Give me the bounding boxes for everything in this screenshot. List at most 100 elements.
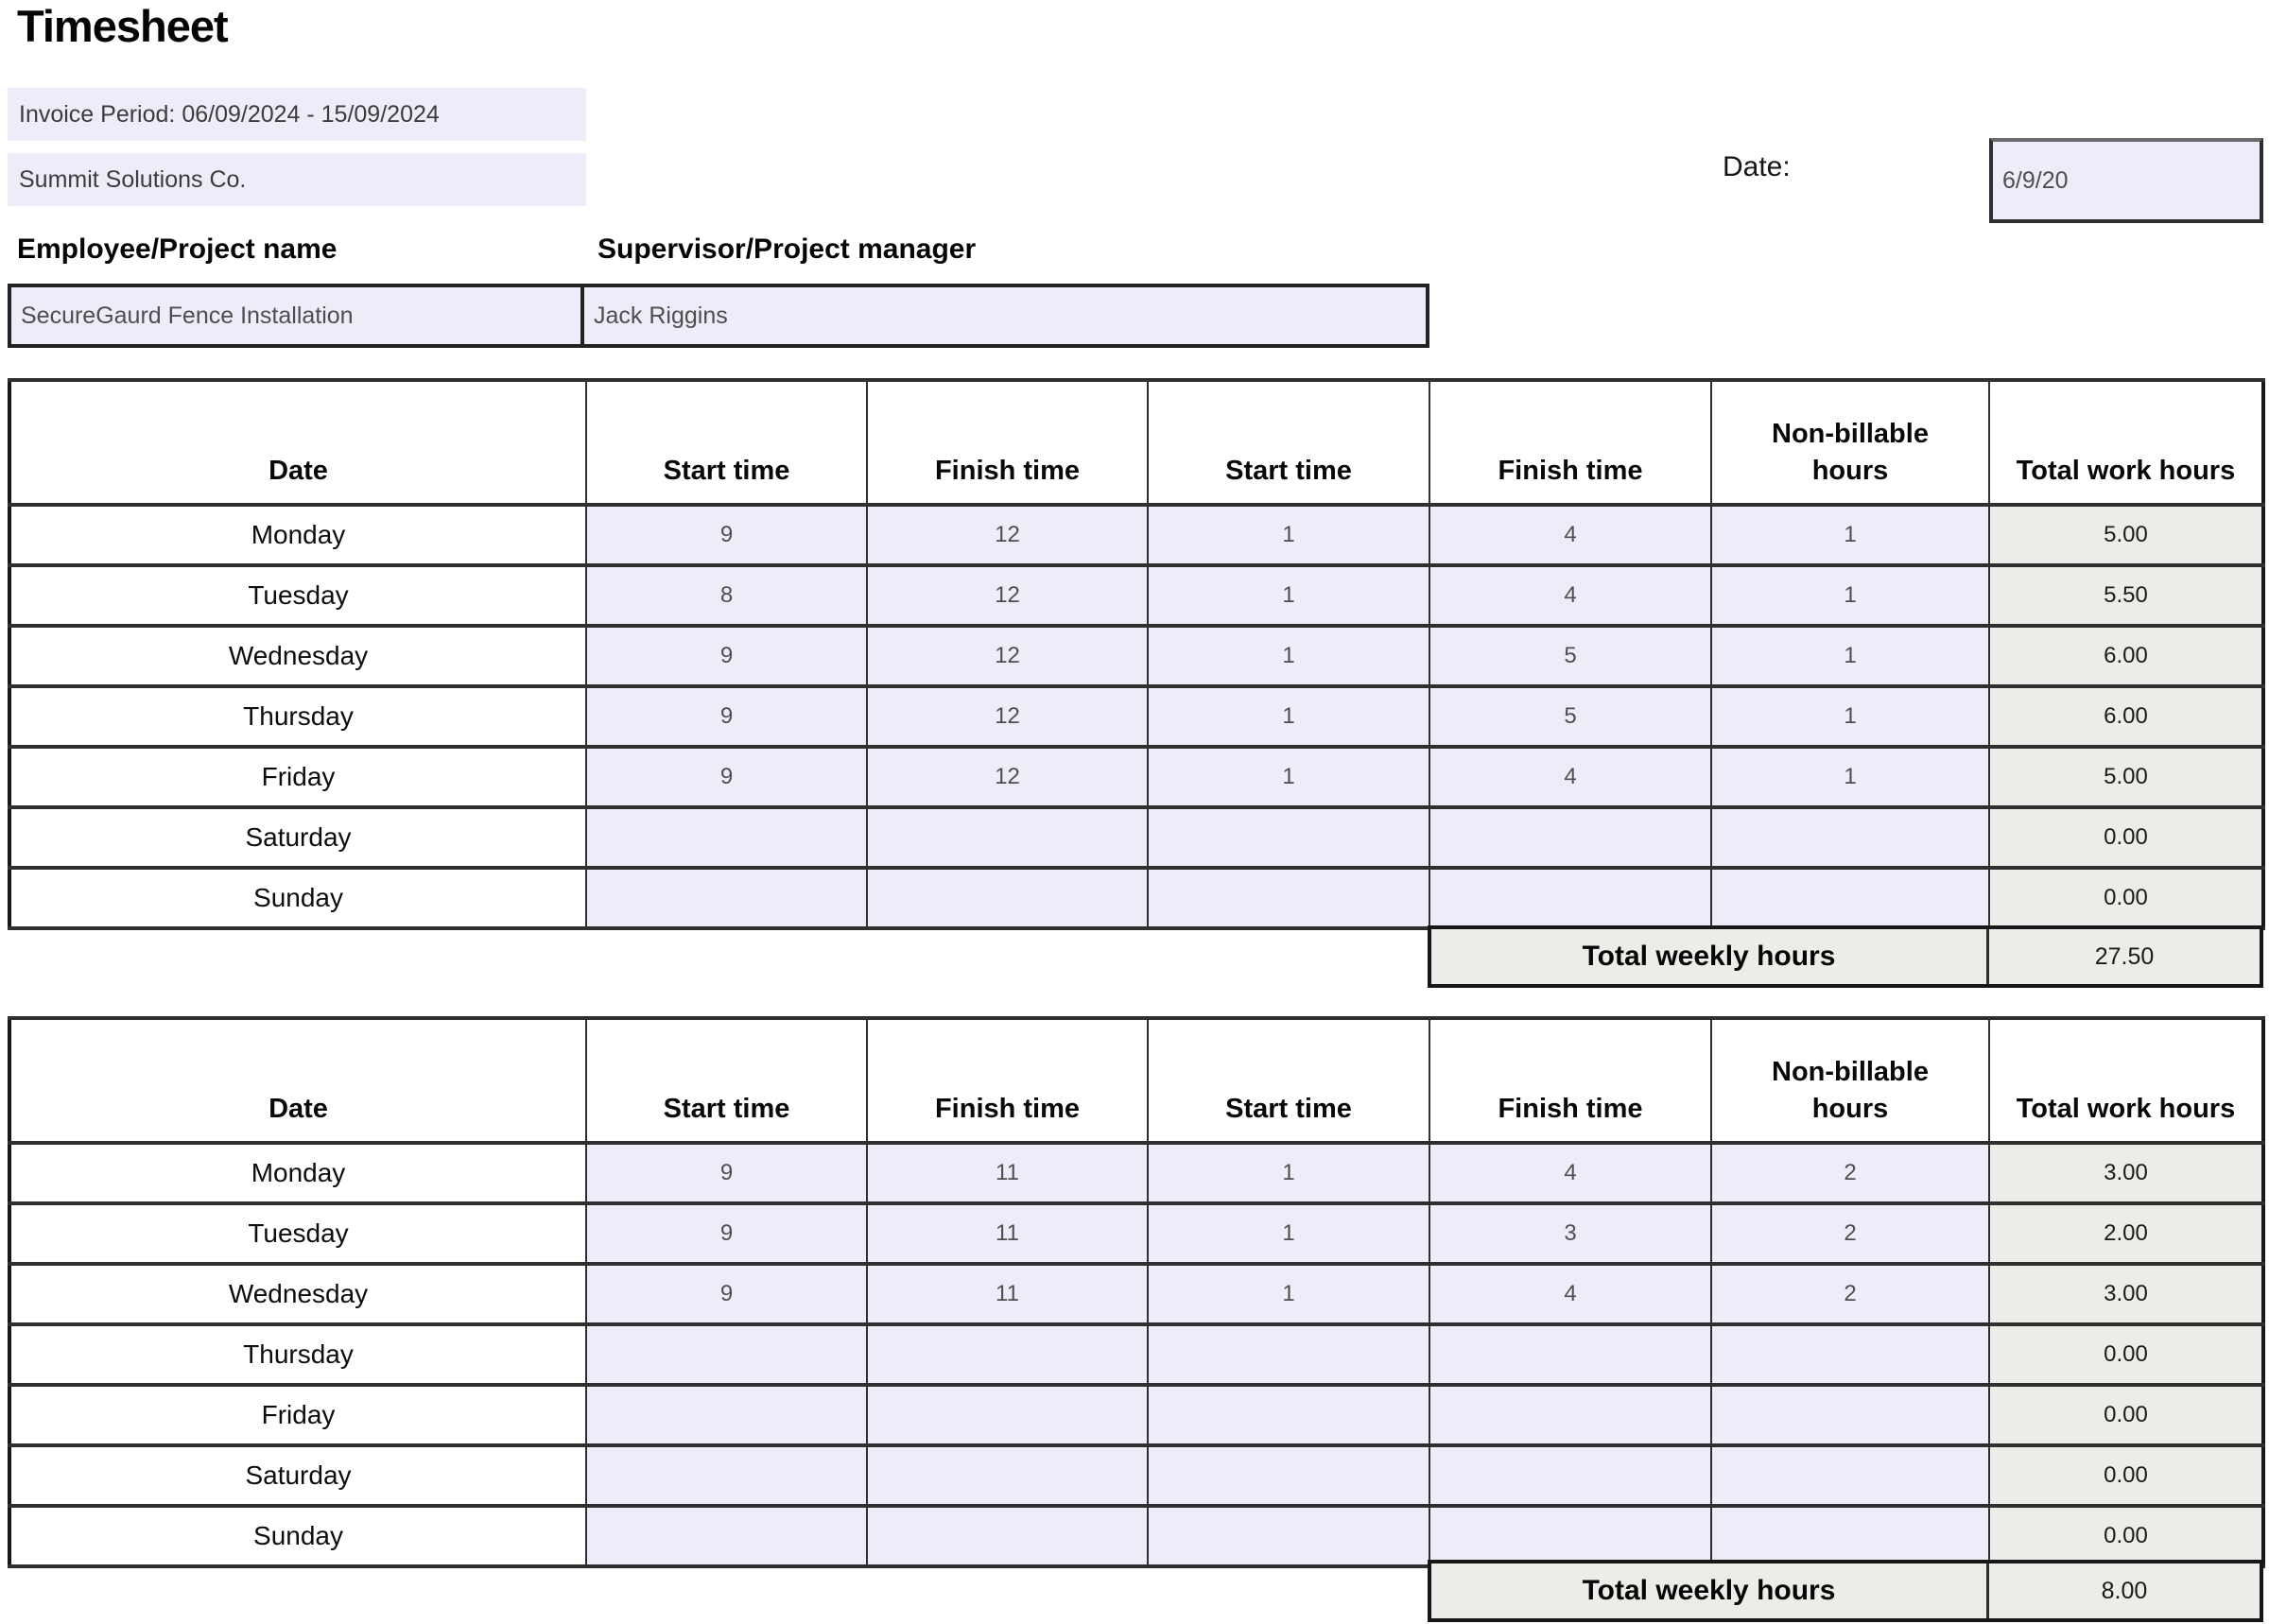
finish-time-1-cell[interactable] <box>867 1506 1148 1566</box>
start-time-1-cell[interactable] <box>586 807 867 868</box>
non-billable-hours-cell[interactable]: 1 <box>1711 626 1989 686</box>
start-time-2-cell[interactable]: 1 <box>1148 747 1429 807</box>
date-input[interactable] <box>1989 138 2263 223</box>
finish-time-1-cell[interactable] <box>867 868 1148 928</box>
finish-time-1-cell[interactable]: 11 <box>867 1143 1148 1203</box>
table-row-tuesday: Tuesday 8 12 1 4 1 5.50 <box>9 565 2263 626</box>
table-row-thursday: Thursday 0.00 <box>9 1324 2263 1385</box>
non-billable-hours-cell[interactable] <box>1711 1385 1989 1445</box>
col-header-non-billable-hours: Non-billable hours <box>1711 1018 1989 1143</box>
finish-time-2-cell[interactable] <box>1429 868 1711 928</box>
start-time-1-cell[interactable] <box>586 1445 867 1506</box>
day-cell: Wednesday <box>9 626 586 686</box>
start-time-1-cell[interactable]: 9 <box>586 747 867 807</box>
total-work-hours-cell: 3.00 <box>1989 1143 2263 1203</box>
col-header-total-work-hours: Total work hours <box>1989 380 2263 505</box>
start-time-2-cell[interactable] <box>1148 1385 1429 1445</box>
start-time-1-cell[interactable]: 9 <box>586 626 867 686</box>
total-weekly-hours-label: Total weekly hours <box>1431 929 1989 984</box>
non-billable-hours-cell[interactable]: 2 <box>1711 1264 1989 1324</box>
finish-time-1-cell[interactable]: 12 <box>867 505 1148 565</box>
table-row-saturday: Saturday 0.00 <box>9 807 2263 868</box>
col-header-finish-time-1: Finish time <box>867 1018 1148 1143</box>
table-row-friday: Friday 0.00 <box>9 1385 2263 1445</box>
non-billable-hours-cell[interactable]: 2 <box>1711 1203 1989 1264</box>
finish-time-1-cell[interactable]: 12 <box>867 565 1148 626</box>
start-time-2-cell[interactable]: 1 <box>1148 1203 1429 1264</box>
start-time-1-cell[interactable] <box>586 1506 867 1566</box>
col-header-start-time-2: Start time <box>1148 1018 1429 1143</box>
start-time-1-cell[interactable]: 9 <box>586 1264 867 1324</box>
start-time-2-cell[interactable]: 1 <box>1148 565 1429 626</box>
finish-time-2-cell[interactable] <box>1429 1385 1711 1445</box>
total-work-hours-cell: 0.00 <box>1989 1506 2263 1566</box>
finish-time-2-cell[interactable] <box>1429 1324 1711 1385</box>
finish-time-1-cell[interactable]: 12 <box>867 626 1148 686</box>
start-time-1-cell[interactable] <box>586 868 867 928</box>
non-billable-hours-cell[interactable]: 1 <box>1711 565 1989 626</box>
day-cell: Sunday <box>9 1506 586 1566</box>
start-time-1-cell[interactable]: 9 <box>586 686 867 747</box>
start-time-1-cell[interactable]: 9 <box>586 505 867 565</box>
finish-time-2-cell[interactable]: 4 <box>1429 505 1711 565</box>
finish-time-2-cell[interactable]: 4 <box>1429 565 1711 626</box>
finish-time-2-cell[interactable] <box>1429 1506 1711 1566</box>
start-time-2-cell[interactable]: 1 <box>1148 626 1429 686</box>
col-header-non-billable-hours: Non-billable hours <box>1711 380 1989 505</box>
week1-total-row: Total weekly hours 27.50 <box>1428 925 2263 988</box>
total-work-hours-cell: 5.00 <box>1989 505 2263 565</box>
col-header-start-time-1: Start time <box>586 1018 867 1143</box>
start-time-2-cell[interactable] <box>1148 1506 1429 1566</box>
total-work-hours-cell: 6.00 <box>1989 686 2263 747</box>
table-row-thursday: Thursday 9 12 1 5 1 6.00 <box>9 686 2263 747</box>
non-billable-hours-cell[interactable] <box>1711 1324 1989 1385</box>
finish-time-1-cell[interactable]: 12 <box>867 686 1148 747</box>
start-time-2-cell[interactable] <box>1148 807 1429 868</box>
finish-time-2-cell[interactable]: 4 <box>1429 1143 1711 1203</box>
non-billable-hours-cell[interactable] <box>1711 1506 1989 1566</box>
finish-time-1-cell[interactable] <box>867 807 1148 868</box>
non-billable-hours-cell[interactable]: 1 <box>1711 747 1989 807</box>
non-billable-hours-cell[interactable] <box>1711 1445 1989 1506</box>
start-time-2-cell[interactable]: 1 <box>1148 686 1429 747</box>
start-time-1-cell[interactable] <box>586 1385 867 1445</box>
start-time-2-cell[interactable] <box>1148 868 1429 928</box>
total-work-hours-cell: 5.00 <box>1989 747 2263 807</box>
finish-time-1-cell[interactable] <box>867 1385 1148 1445</box>
finish-time-2-cell[interactable]: 3 <box>1429 1203 1711 1264</box>
finish-time-1-cell[interactable]: 12 <box>867 747 1148 807</box>
start-time-2-cell[interactable] <box>1148 1324 1429 1385</box>
start-time-2-cell[interactable]: 1 <box>1148 1143 1429 1203</box>
total-work-hours-cell: 0.00 <box>1989 1324 2263 1385</box>
start-time-1-cell[interactable]: 9 <box>586 1203 867 1264</box>
finish-time-1-cell[interactable]: 11 <box>867 1203 1148 1264</box>
start-time-1-cell[interactable]: 8 <box>586 565 867 626</box>
finish-time-2-cell[interactable]: 5 <box>1429 626 1711 686</box>
non-billable-hours-cell[interactable] <box>1711 807 1989 868</box>
finish-time-1-cell[interactable]: 11 <box>867 1264 1148 1324</box>
start-time-1-cell[interactable] <box>586 1324 867 1385</box>
start-time-1-cell[interactable]: 9 <box>586 1143 867 1203</box>
invoice-period-text: Invoice Period: 06/09/2024 - 15/09/2024 <box>8 88 586 141</box>
non-billable-hours-cell[interactable] <box>1711 868 1989 928</box>
non-billable-hours-cell[interactable]: 1 <box>1711 505 1989 565</box>
non-billable-hours-cell[interactable]: 1 <box>1711 686 1989 747</box>
total-work-hours-cell: 3.00 <box>1989 1264 2263 1324</box>
finish-time-1-cell[interactable] <box>867 1324 1148 1385</box>
supervisor-project-manager-input[interactable] <box>584 287 1426 344</box>
non-billable-hours-cell[interactable]: 2 <box>1711 1143 1989 1203</box>
finish-time-1-cell[interactable] <box>867 1445 1148 1506</box>
employee-project-name-input[interactable] <box>11 287 584 344</box>
finish-time-2-cell[interactable]: 5 <box>1429 686 1711 747</box>
col-header-start-time-1: Start time <box>586 380 867 505</box>
start-time-2-cell[interactable] <box>1148 1445 1429 1506</box>
finish-time-2-cell[interactable]: 4 <box>1429 747 1711 807</box>
col-header-finish-time-1: Finish time <box>867 380 1148 505</box>
finish-time-2-cell[interactable] <box>1429 807 1711 868</box>
start-time-2-cell[interactable]: 1 <box>1148 1264 1429 1324</box>
table-row-friday: Friday 9 12 1 4 1 5.00 <box>9 747 2263 807</box>
start-time-2-cell[interactable]: 1 <box>1148 505 1429 565</box>
finish-time-2-cell[interactable] <box>1429 1445 1711 1506</box>
finish-time-2-cell[interactable]: 4 <box>1429 1264 1711 1324</box>
page-title: Timesheet <box>17 0 228 52</box>
